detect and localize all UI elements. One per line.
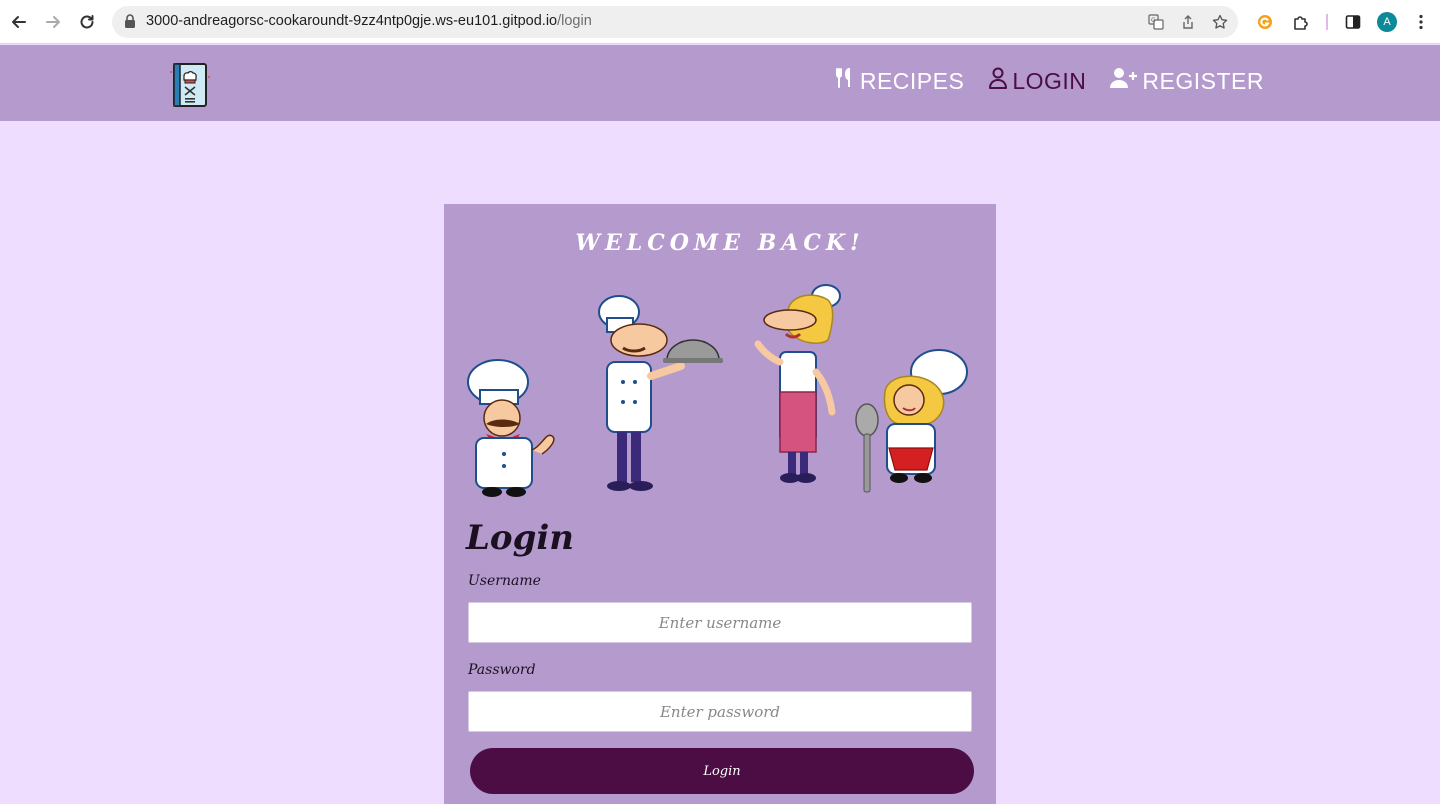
url-host: 3000-andreagorsc-cookaroundt-9zz4ntp0gje… xyxy=(146,13,558,29)
nav-register[interactable]: Register xyxy=(1110,67,1264,95)
welcome-heading: WELCOME BACK! xyxy=(575,230,865,256)
menu-dots-icon[interactable] xyxy=(1410,11,1432,33)
bookmark-star-icon[interactable] xyxy=(1211,13,1229,31)
nav-login[interactable]: Login xyxy=(988,67,1086,95)
extension-g-icon[interactable] xyxy=(1254,11,1276,33)
nav-login-label: Login xyxy=(1012,67,1087,94)
user-plus-icon xyxy=(1110,67,1138,95)
utensils-icon xyxy=(834,67,856,95)
form-title: Login xyxy=(466,518,574,558)
profile-avatar[interactable]: A xyxy=(1377,12,1397,32)
lock-icon[interactable] xyxy=(124,14,136,33)
address-bar[interactable]: 3000-andreagorsc-cookaroundt-9zz4ntp0gje… xyxy=(112,6,1238,38)
login-card: WELCOME BACK! Login Username Enter usern… xyxy=(444,204,996,804)
chef-woman-apron xyxy=(754,284,841,483)
side-panel-icon[interactable] xyxy=(1342,11,1364,33)
main-nav: Recipes Login Register xyxy=(834,67,1264,95)
nav-register-label: Register xyxy=(1142,67,1264,94)
reload-icon[interactable] xyxy=(75,10,99,34)
url-path: /login xyxy=(557,13,592,29)
url-text[interactable]: 3000-andreagorsc-cookaroundt-9zz4ntp0gje… xyxy=(146,13,592,29)
translate-icon[interactable]: G xyxy=(1147,13,1165,31)
forward-icon[interactable] xyxy=(41,10,65,34)
password-input[interactable] xyxy=(468,691,972,732)
user-icon xyxy=(988,67,1008,95)
nav-recipes-label: Recipes xyxy=(859,67,965,94)
nav-recipes[interactable]: Recipes xyxy=(834,67,964,95)
svg-text:G: G xyxy=(1151,17,1156,24)
password-label: Password xyxy=(468,662,536,678)
extensions-puzzle-icon[interactable] xyxy=(1290,11,1312,33)
toolbar-divider xyxy=(1326,14,1328,30)
site-header: Recipes Login Register xyxy=(0,45,1440,121)
share-icon[interactable] xyxy=(1179,13,1197,31)
login-submit-button[interactable]: Login xyxy=(470,748,974,794)
chef-moustache xyxy=(467,359,555,497)
chef-cloche xyxy=(598,295,723,491)
username-input[interactable] xyxy=(468,602,972,643)
site-logo[interactable] xyxy=(168,61,210,109)
back-icon[interactable] xyxy=(7,10,31,34)
browser-toolbar: 3000-andreagorsc-cookaroundt-9zz4ntp0gje… xyxy=(0,0,1440,44)
chefs-illustration xyxy=(467,284,968,497)
chef-girl-ladle xyxy=(855,349,968,493)
username-label: Username xyxy=(468,573,541,589)
